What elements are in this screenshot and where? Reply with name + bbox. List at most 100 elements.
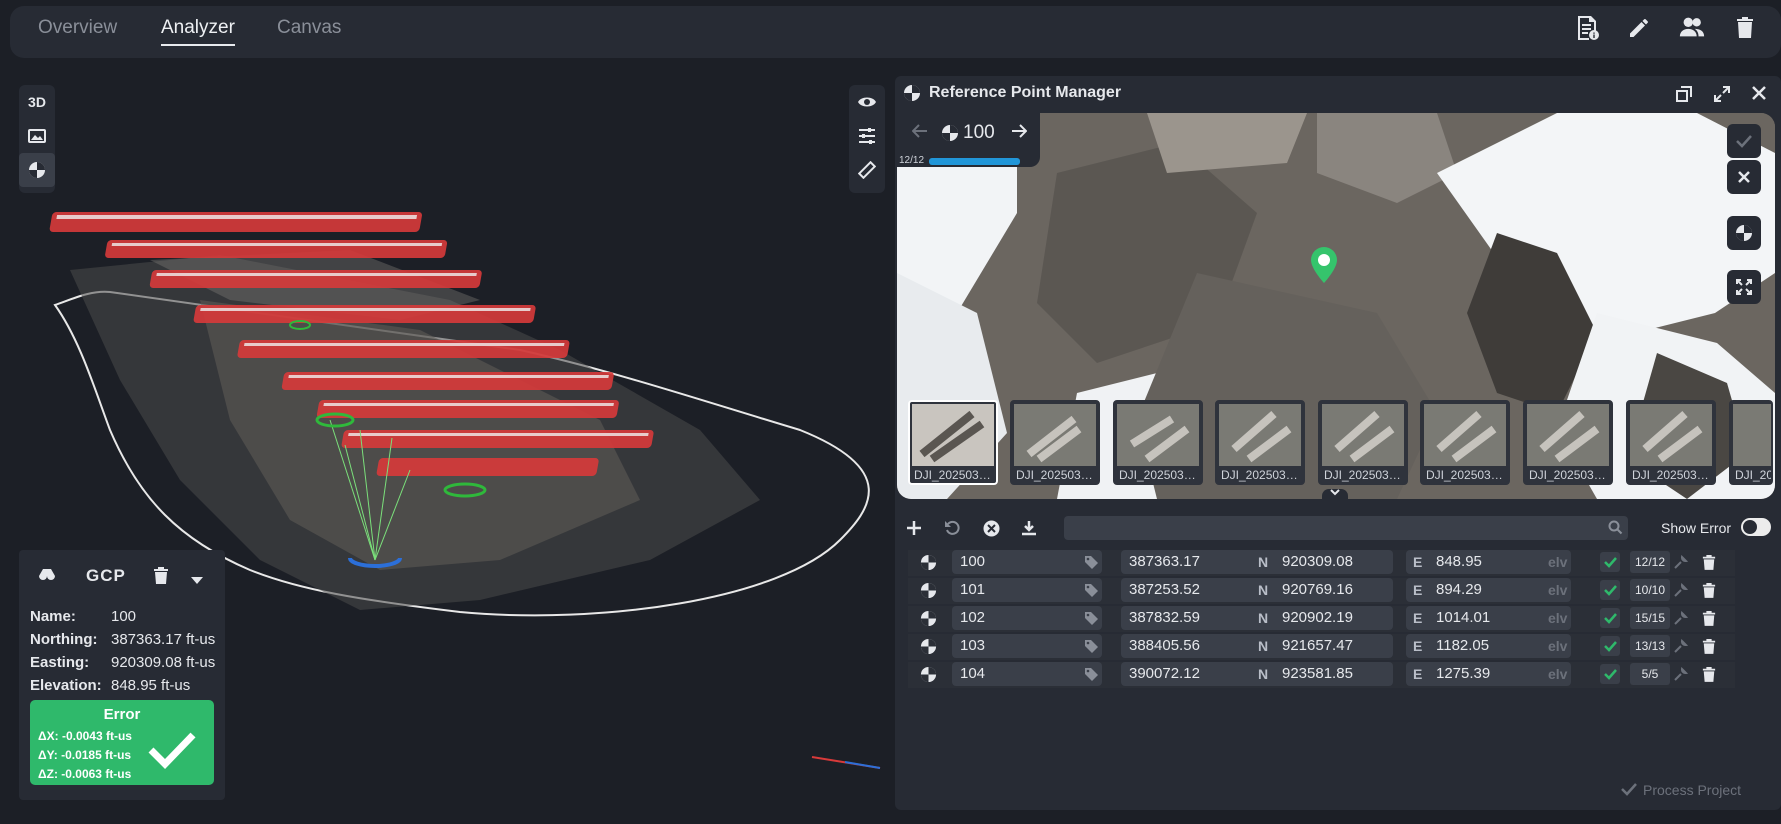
progress-text: 12/12 — [899, 155, 925, 166]
row-delete-icon[interactable] — [1702, 666, 1716, 687]
easting-field[interactable]: 923581.85 — [1274, 662, 1424, 686]
row-accept-checkbox[interactable] — [1600, 664, 1620, 684]
row-delete-icon[interactable] — [1702, 554, 1716, 575]
row-delete-icon[interactable] — [1702, 610, 1716, 631]
thumbnail[interactable]: DJI_202503… — [1523, 400, 1613, 485]
point-name-field[interactable]: 100 — [952, 550, 1102, 574]
easting-field[interactable]: 920902.19 — [1274, 606, 1424, 630]
row-delete-icon[interactable] — [1702, 638, 1716, 659]
table-row[interactable]: 100 387363.17 N 920309.08 E 848.95 elv 12/12 — [908, 550, 1735, 576]
gcp-name-row: Name: 100 — [30, 608, 137, 625]
image-icon[interactable] — [19, 119, 55, 153]
eye-icon[interactable] — [849, 85, 885, 119]
wrench-icon[interactable] — [1674, 610, 1689, 630]
row-delete-icon[interactable] — [1702, 582, 1716, 603]
close-icon[interactable] — [1752, 86, 1766, 105]
tag-icon[interactable] — [1084, 639, 1099, 659]
point-name-field[interactable]: 103 — [952, 634, 1102, 658]
expand-icon[interactable] — [1714, 86, 1730, 107]
thumbnail[interactable]: DJI_202503… — [1420, 400, 1510, 485]
chevron-down-icon[interactable] — [191, 572, 203, 590]
fullscreen-button[interactable] — [1727, 270, 1761, 304]
tag-icon[interactable] — [1084, 583, 1099, 603]
elevation-unit-label: elv — [1548, 582, 1568, 598]
row-accept-checkbox[interactable] — [1600, 552, 1620, 572]
search-input[interactable] — [1064, 516, 1628, 540]
reject-button[interactable] — [1727, 160, 1761, 194]
show-error-toggle[interactable] — [1741, 518, 1771, 536]
error-dz: ΔZ: -0.0063 ft-us — [38, 767, 132, 781]
thumbnail[interactable]: DJI_202503… — [1626, 400, 1716, 485]
wrench-icon[interactable] — [1674, 638, 1689, 658]
gcp-info-card: GCP Name: 100 Northing: 387363.17 ft-us Ea… — [19, 550, 225, 800]
wrench-icon[interactable] — [1674, 582, 1689, 602]
undo-icon[interactable] — [944, 520, 960, 541]
gcp-row-icon[interactable] — [920, 554, 937, 576]
elevation-unit-label: elv — [1548, 554, 1568, 570]
tab-canvas[interactable]: Canvas — [277, 17, 341, 39]
ruler-icon[interactable] — [849, 153, 885, 187]
tab-overview[interactable]: Overview — [38, 17, 117, 39]
table-row[interactable]: 103 388405.56 N 921657.47 E 1182.05 elv 13/13 — [908, 634, 1735, 660]
download-icon[interactable] — [1021, 520, 1037, 541]
accept-button[interactable] — [1727, 124, 1761, 158]
image-count: 15/15 — [1630, 607, 1670, 629]
gcp-name-value: 100 — [111, 608, 137, 625]
tag-icon[interactable] — [1084, 555, 1099, 575]
elevation-field[interactable] — [1406, 550, 1571, 574]
easting-field[interactable]: 920309.08 — [1274, 550, 1424, 574]
gcp-target-icon[interactable] — [19, 153, 55, 187]
trash-icon[interactable] — [1731, 13, 1759, 41]
thumbnail[interactable]: DJI_202503… — [1010, 400, 1100, 485]
row-accept-checkbox[interactable] — [1600, 580, 1620, 600]
arrow-left-icon[interactable] — [911, 124, 928, 143]
users-icon[interactable] — [1678, 13, 1708, 41]
binoculars-icon[interactable] — [37, 566, 57, 589]
gcp-row-icon[interactable] — [920, 638, 937, 660]
tab-analyzer[interactable]: Analyzer — [161, 17, 235, 46]
easting-field[interactable]: 920769.16 — [1274, 578, 1424, 602]
gcp-row-icon[interactable] — [920, 582, 937, 604]
elevation-value: 894.29 — [1436, 581, 1482, 598]
gcp-row-icon[interactable] — [920, 610, 937, 632]
elevation-value: 848.95 — [1436, 553, 1482, 570]
gcp-northing-value: 387363.17 ft-us — [111, 631, 216, 648]
search-icon — [1608, 520, 1623, 540]
sliders-icon[interactable] — [849, 119, 885, 153]
thumbnail[interactable]: DJI_202503… — [1215, 400, 1305, 485]
gcp-elevation-row: Elevation: 848.95 ft-us — [30, 677, 191, 694]
popout-icon[interactable] — [1676, 86, 1692, 107]
map-pin-icon[interactable] — [1311, 247, 1337, 288]
tag-icon[interactable] — [1084, 611, 1099, 631]
wrench-icon[interactable] — [1674, 554, 1689, 574]
arrow-right-icon[interactable] — [1011, 124, 1028, 143]
elevation-field[interactable] — [1406, 578, 1571, 602]
row-accept-checkbox[interactable] — [1600, 636, 1620, 656]
table-row[interactable]: 101 387253.52 N 920769.16 E 894.29 elv 10/10 — [908, 578, 1735, 604]
process-project-button[interactable]: Process Project — [1643, 782, 1741, 798]
point-name-field[interactable]: 102 — [952, 606, 1102, 630]
point-name-field[interactable]: 101 — [952, 578, 1102, 602]
collapse-chevron-icon[interactable] — [1322, 489, 1348, 503]
table-row[interactable]: 102 387832.59 N 920902.19 E 1014.01 elv 15/15 — [908, 606, 1735, 632]
clear-icon[interactable] — [983, 520, 1000, 542]
gcp-row-icon[interactable] — [920, 666, 937, 688]
3d-view-button[interactable]: 3D — [19, 85, 55, 119]
thumbnail[interactable]: DJI_202503… — [908, 400, 998, 485]
edit-icon[interactable] — [1626, 13, 1654, 41]
thumbnail[interactable]: DJI_202503… — [1318, 400, 1408, 485]
gcp-elevation-value: 848.95 ft-us — [111, 677, 191, 694]
thumbnail[interactable]: DJI_202 — [1729, 400, 1773, 485]
row-accept-checkbox[interactable] — [1600, 608, 1620, 628]
locate-gcp-button[interactable] — [1727, 216, 1761, 250]
add-icon[interactable] — [906, 520, 922, 541]
elevation-value: 1275.39 — [1436, 665, 1491, 682]
tag-icon[interactable] — [1084, 667, 1099, 687]
report-icon[interactable] — [1573, 13, 1601, 41]
easting-field[interactable]: 921657.47 — [1274, 634, 1424, 658]
wrench-icon[interactable] — [1674, 666, 1689, 686]
table-row[interactable]: 104 390072.12 N 923581.85 E 1275.39 elv 5/5 — [908, 662, 1735, 688]
delete-gcp-icon[interactable] — [153, 566, 169, 589]
point-name-field[interactable]: 104 — [952, 662, 1102, 686]
thumbnail[interactable]: DJI_202503… — [1113, 400, 1203, 485]
